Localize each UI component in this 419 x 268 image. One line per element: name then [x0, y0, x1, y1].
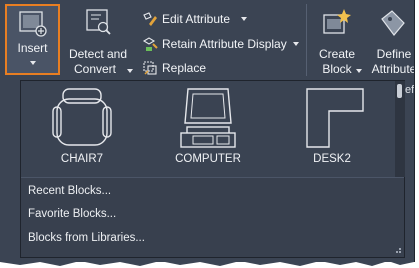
create-block-button[interactable]: Create Block — [312, 4, 362, 76]
retain-attribute-icon — [142, 37, 158, 51]
insert-block-icon — [19, 11, 47, 37]
block-tile-computer[interactable]: COMPUTER — [153, 81, 263, 175]
block-name: COMPUTER — [175, 153, 241, 165]
menu-item-favorite-blocks[interactable]: Favorite Blocks... — [28, 206, 116, 222]
create-block-label-line1: Create — [318, 47, 356, 61]
block-gallery: CHAIR7 COMPUTER DESK2 — [21, 81, 395, 177]
gallery-scrollbar[interactable] — [395, 81, 405, 177]
block-name: CHAIR7 — [60, 153, 104, 165]
panel-divider — [21, 177, 404, 178]
replace-icon — [143, 61, 157, 75]
scrollbar-thumb[interactable] — [397, 84, 402, 98]
torn-edge — [0, 258, 414, 266]
chevron-down-icon[interactable] — [293, 42, 299, 46]
block-name: DESK2 — [313, 153, 351, 165]
clipped-ribbon-text: ef — [405, 84, 415, 96]
chair-icon — [52, 88, 112, 146]
desk-icon — [306, 88, 364, 148]
chevron-down-icon[interactable] — [127, 69, 133, 73]
edit-attribute-button[interactable]: Edit Attribute — [142, 8, 252, 30]
menu-item-blocks-from-libraries[interactable]: Blocks from Libraries... — [28, 230, 145, 246]
detect-label-line2: Convert — [73, 62, 117, 76]
define-attribute-icon — [381, 10, 405, 36]
edit-attribute-icon — [143, 12, 157, 26]
resize-grip-icon[interactable] — [393, 248, 401, 254]
replace-button[interactable]: Replace — [142, 57, 222, 79]
define-attribute-label-line1: Define — [376, 47, 412, 61]
insert-button[interactable]: Insert — [5, 4, 60, 75]
edit-attribute-label: Edit Attribute — [162, 12, 231, 26]
define-attribute-button[interactable]: Define Attribute — [366, 4, 415, 76]
create-block-label-line2: Block — [322, 62, 352, 76]
block-tile-chair7[interactable]: CHAIR7 — [27, 81, 137, 175]
block-tile-desk2[interactable]: DESK2 — [277, 81, 387, 175]
retain-attribute-display-button[interactable]: Retain Attribute Display — [142, 33, 302, 55]
computer-icon — [180, 88, 236, 148]
retain-attribute-display-label: Retain Attribute Display — [162, 37, 287, 51]
application-window: Insert Detect and Convert Edit Attribute — [0, 0, 415, 262]
define-attribute-label-line2: Attribute — [371, 62, 415, 76]
chevron-down-icon[interactable] — [241, 17, 247, 21]
chevron-down-icon[interactable] — [30, 61, 36, 65]
chevron-down-icon[interactable] — [356, 69, 362, 73]
create-block-icon — [323, 9, 351, 34]
ribbon-panel: Insert Detect and Convert Edit Attribute — [0, 0, 414, 80]
ribbon-separator — [306, 4, 307, 76]
menu-item-recent-blocks[interactable]: Recent Blocks... — [28, 183, 111, 199]
replace-label: Replace — [162, 61, 207, 75]
insert-button-label: Insert — [17, 41, 48, 55]
insert-dropdown-panel: CHAIR7 COMPUTER DESK2 Recent Blocks... F… — [20, 80, 405, 258]
detect-and-convert-button[interactable]: Detect and Convert — [64, 4, 133, 76]
detect-convert-icon — [86, 9, 111, 35]
detect-label-line1: Detect and — [68, 47, 128, 61]
